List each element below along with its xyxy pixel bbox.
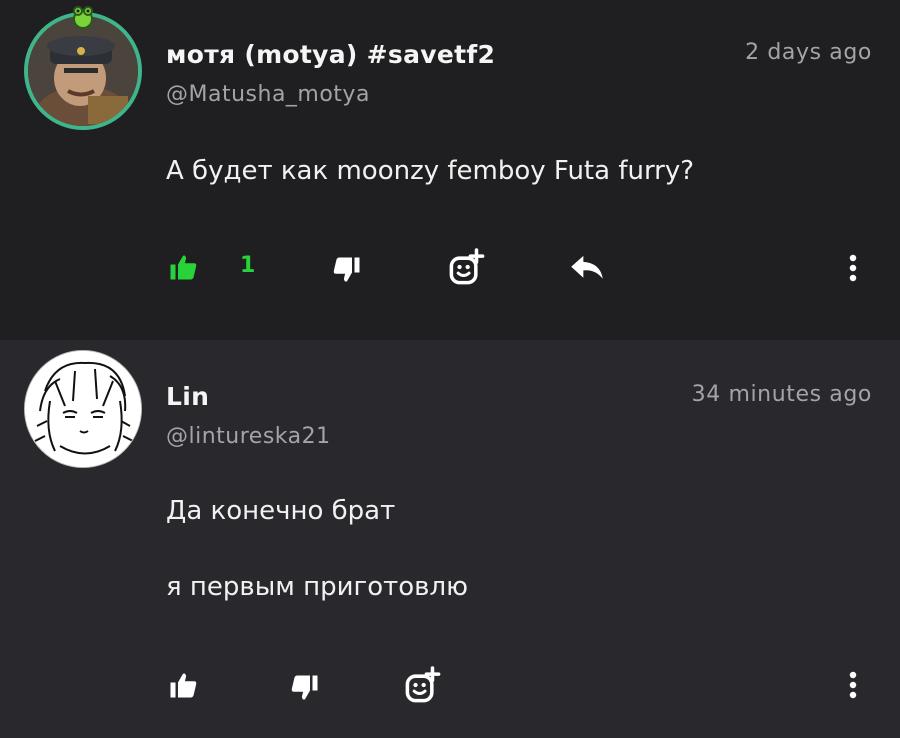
add-reaction-icon <box>405 666 441 703</box>
add-reaction-button[interactable] <box>404 666 442 704</box>
like-count: 1 <box>240 253 256 278</box>
comment-text: А будет как moonzy femboy Futa furry? <box>166 156 695 186</box>
dislike-button[interactable] <box>290 673 320 703</box>
comment-item: Lin @lintureska21 34 minutes ago Да коне… <box>0 340 900 738</box>
comment-text-line: я первым приготовлю <box>166 572 468 602</box>
like-icon <box>170 673 197 698</box>
more-icon <box>849 671 857 699</box>
timestamp: 34 minutes ago <box>691 382 872 407</box>
dislike-icon <box>291 675 318 700</box>
author-handle[interactable]: @Matusha_motya <box>166 82 370 107</box>
avatar-image <box>28 16 138 126</box>
reply-icon <box>571 255 603 279</box>
timestamp: 2 days ago <box>745 40 872 65</box>
dislike-button[interactable] <box>332 255 362 285</box>
like-button[interactable] <box>168 670 198 700</box>
like-button[interactable] <box>168 252 198 282</box>
comment-text-line: Да конечно брат <box>166 496 396 526</box>
more-options-button[interactable] <box>846 670 860 700</box>
add-reaction-button[interactable] <box>448 248 486 286</box>
author-handle[interactable]: @lintureska21 <box>166 424 331 449</box>
more-options-button[interactable] <box>846 253 860 283</box>
like-icon <box>170 255 197 280</box>
author-name[interactable]: Lin <box>166 382 209 411</box>
add-reaction-icon <box>449 248 485 285</box>
avatar[interactable] <box>24 350 142 468</box>
reply-button[interactable] <box>570 254 604 282</box>
frog-badge-icon <box>73 6 93 29</box>
dislike-icon <box>333 257 360 282</box>
avatar-image <box>25 351 141 467</box>
comment-item: мотя (motya) #savetf2 @Matusha_motya 2 d… <box>0 0 900 340</box>
more-icon <box>849 254 857 282</box>
author-name[interactable]: мотя (motya) #savetf2 <box>166 40 495 69</box>
